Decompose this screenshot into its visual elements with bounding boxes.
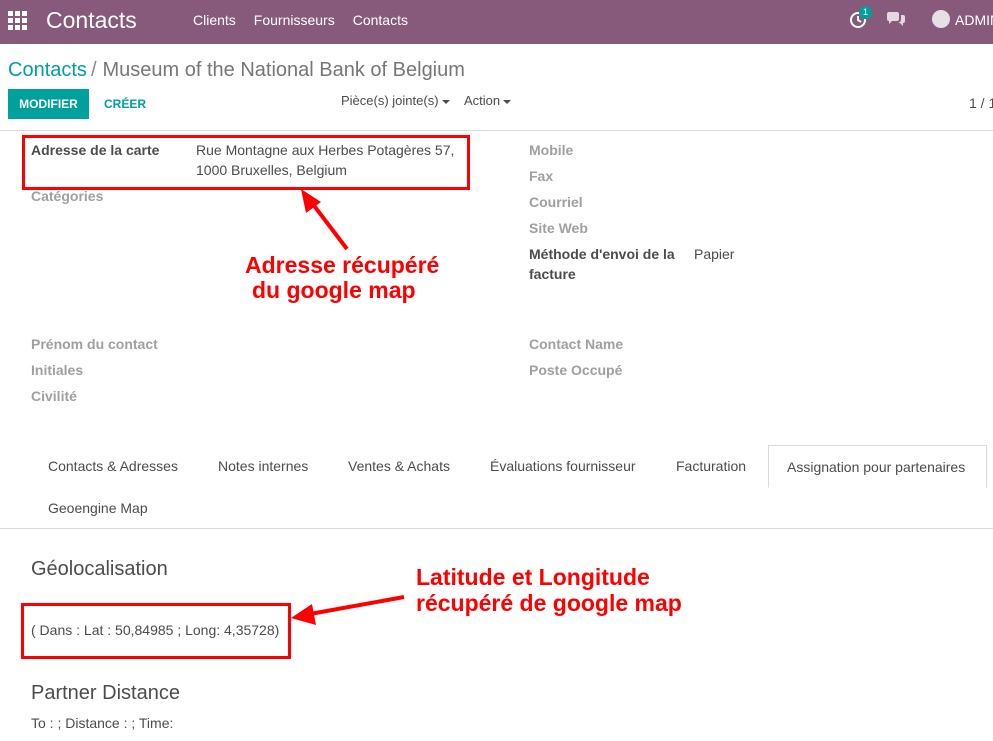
annotation-arrows <box>291 189 405 625</box>
geo-arrow-icon <box>291 595 405 625</box>
address-arrow-icon <box>301 189 349 251</box>
